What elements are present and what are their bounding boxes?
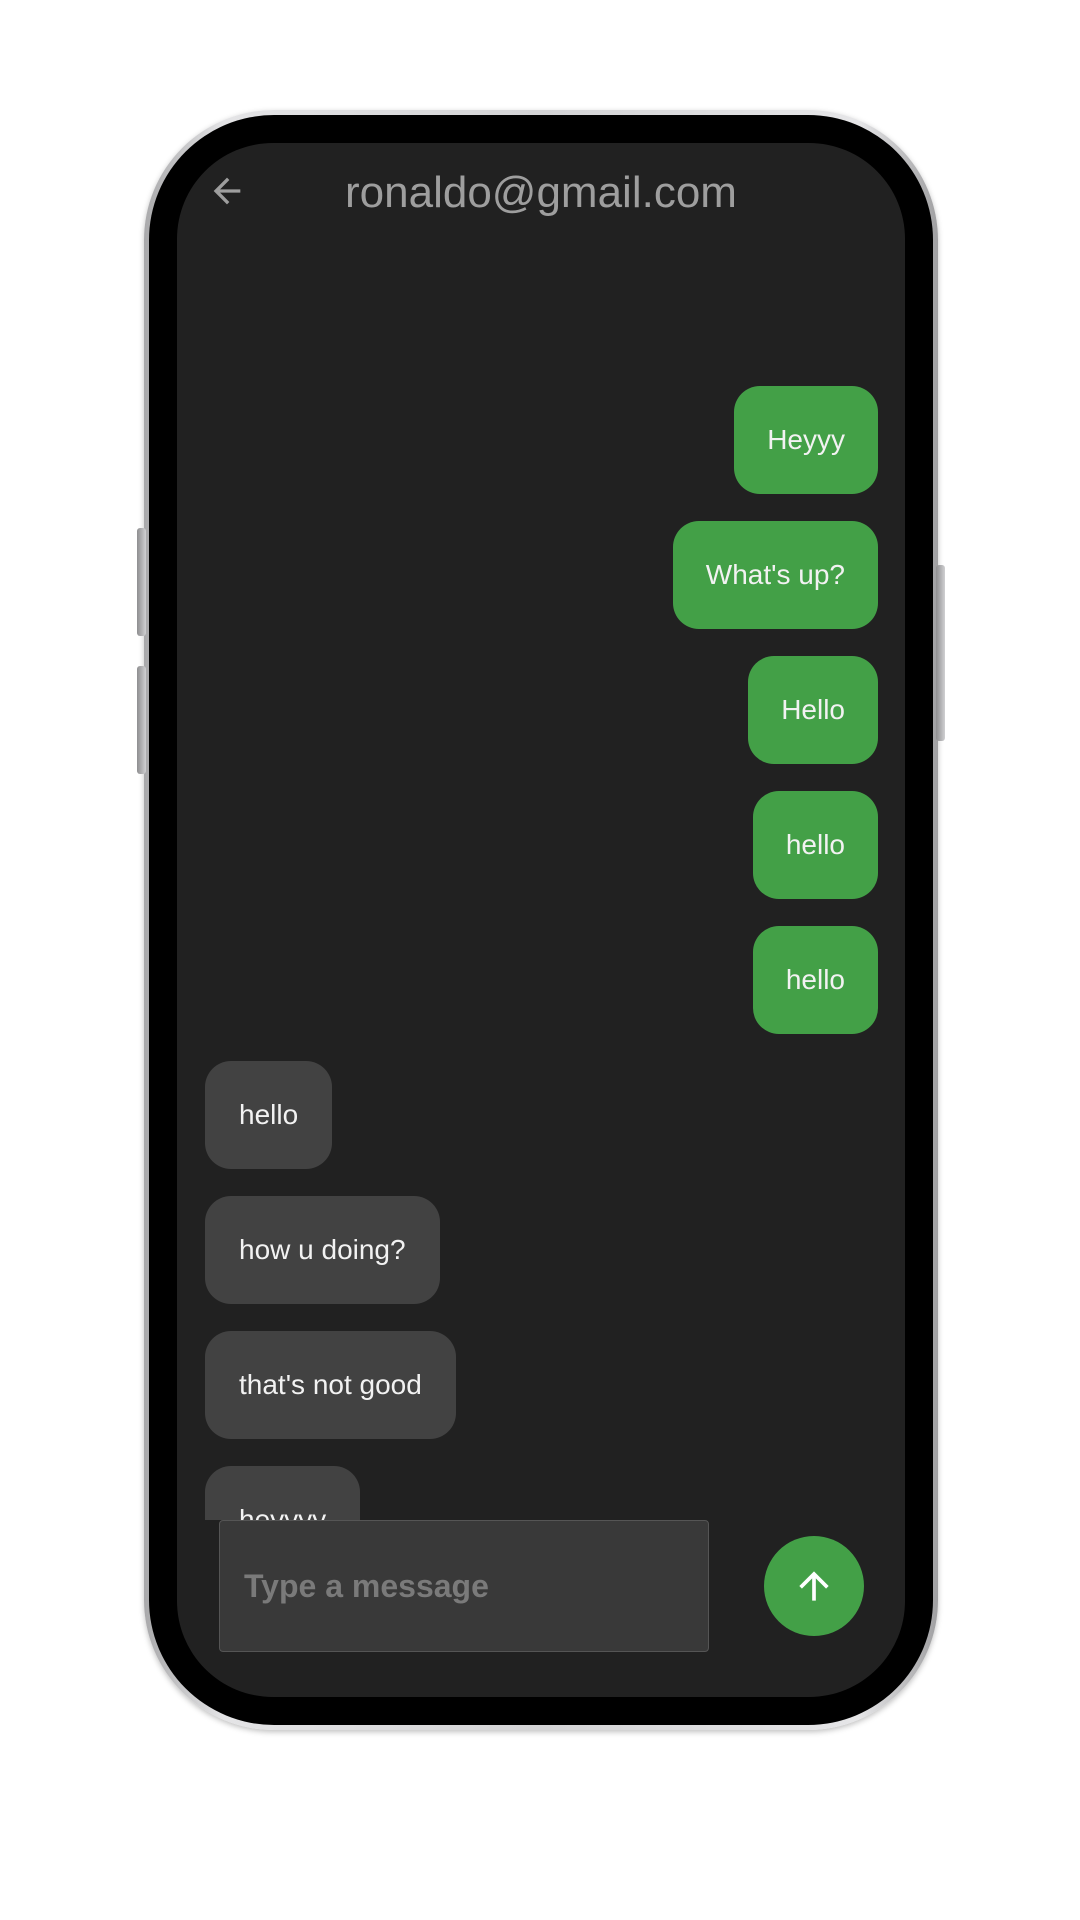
message-bubble-received: how u doing? [205, 1196, 440, 1304]
send-button[interactable] [764, 1536, 864, 1636]
chat-title: ronaldo@gmail.com [345, 168, 737, 217]
message-bubble-received: hello [205, 1061, 333, 1169]
power-button [936, 565, 945, 741]
message-bubble-received: heyyyy [205, 1466, 361, 1520]
message-bubble-sent: Heyyy [734, 386, 878, 494]
volume-up-button [137, 528, 146, 636]
message-bubble-sent: hello [752, 791, 878, 899]
composer-bar [177, 1520, 905, 1697]
message-bubble-sent: What's up? [672, 521, 878, 629]
arrow-up-icon [799, 1571, 829, 1601]
back-button[interactable] [199, 163, 255, 219]
message-list[interactable]: Heyyy What's up? Hello hello hello hello… [177, 243, 905, 1520]
arrow-left-icon [213, 177, 241, 205]
message-bubble-received: that's not good [205, 1331, 456, 1439]
message-bubble-sent: hello [752, 926, 878, 1034]
message-input[interactable] [219, 1520, 709, 1652]
message-bubble-sent: Hello [748, 656, 878, 764]
app-bar: ronaldo@gmail.com [177, 143, 905, 243]
chat-screen: ronaldo@gmail.com Heyyy What's up? Hello… [177, 143, 905, 1697]
volume-down-button [137, 666, 146, 774]
